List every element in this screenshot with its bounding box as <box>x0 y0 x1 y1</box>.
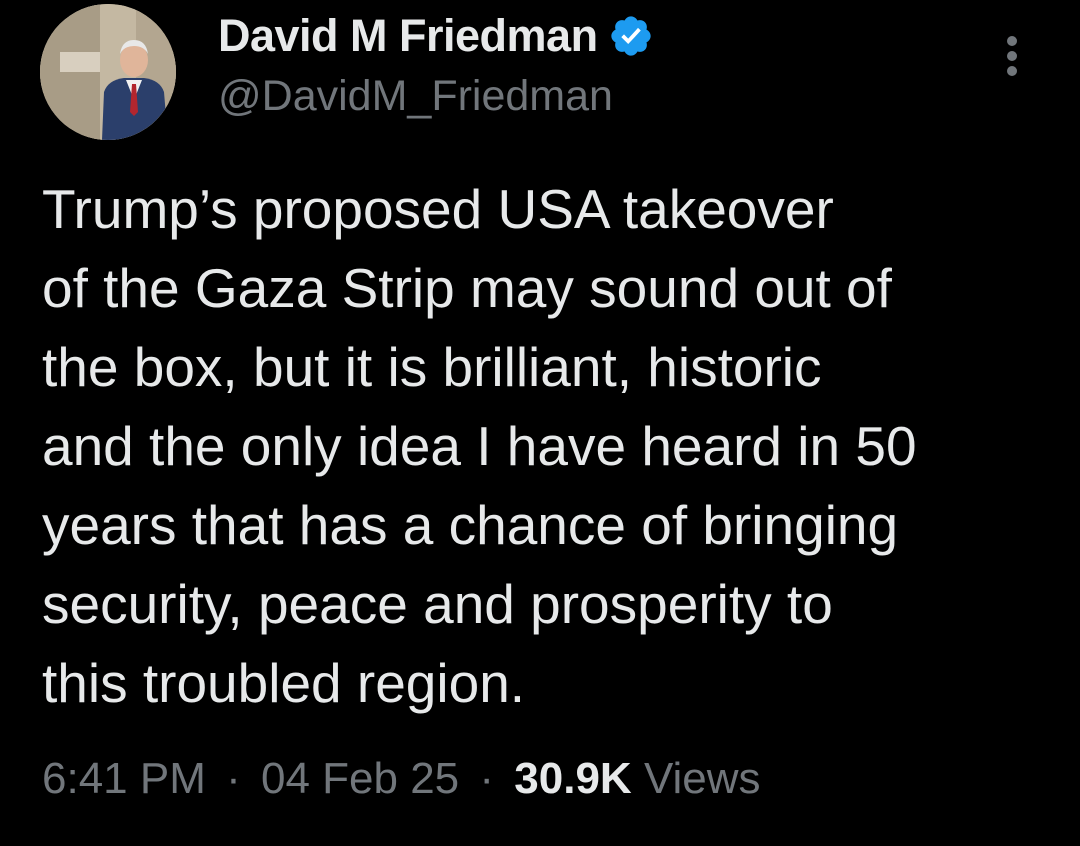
tweet-text-line: the box, but it is brilliant, historic <box>42 336 822 398</box>
tweet-metadata: 6:41 PM · 04 Feb 25 · 30.9K Views <box>42 754 761 804</box>
tweet-card: David M Friedman @DavidM_Friedman Trump’… <box>0 0 1080 846</box>
more-dot <box>1007 51 1017 61</box>
tweet-text-line: of the Gaza Strip may sound out of <box>42 257 892 319</box>
meta-separator: · <box>226 754 241 803</box>
tweet-text: Trump’s proposed USA takeover of the Gaz… <box>42 170 1052 723</box>
tweet-text-line: Trump’s proposed USA takeover <box>42 178 834 240</box>
tweet-time[interactable]: 6:41 PM <box>42 754 206 803</box>
tweet-text-line: security, peace and prosperity to <box>42 573 833 635</box>
avatar-photo <box>40 4 176 140</box>
author-handle[interactable]: @DavidM_Friedman <box>218 72 613 121</box>
more-options-icon[interactable] <box>996 36 1028 82</box>
author-name[interactable]: David M Friedman <box>218 10 654 62</box>
verified-badge-icon <box>608 13 654 59</box>
more-dot <box>1007 66 1017 76</box>
tweet-text-line: years that has a chance of bringing <box>42 494 899 556</box>
meta-separator: · <box>479 754 495 803</box>
tweet-date[interactable]: 04 Feb 25 <box>261 754 459 803</box>
author-avatar[interactable] <box>40 4 176 140</box>
tweet-text-line: this troubled region. <box>42 652 526 714</box>
tweet-text-line: and the only idea I have heard in 50 <box>42 415 917 477</box>
more-dot <box>1007 36 1017 46</box>
views-label: Views <box>643 754 761 803</box>
views-count[interactable]: 30.9K <box>514 754 631 803</box>
author-name-text: David M Friedman <box>218 10 598 61</box>
